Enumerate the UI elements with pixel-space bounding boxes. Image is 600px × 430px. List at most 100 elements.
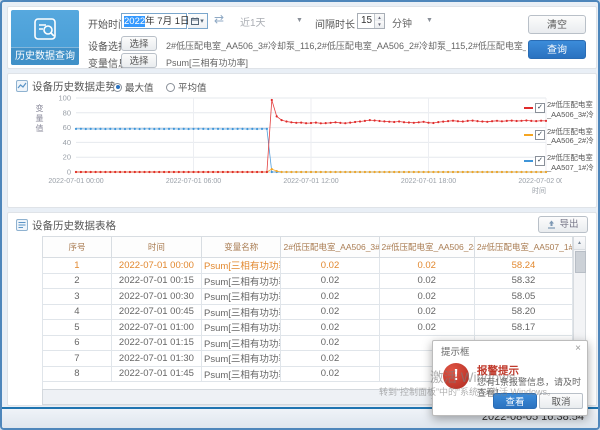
alert-heading: 报警提示 xyxy=(477,363,519,378)
scrollbar-thumb[interactable] xyxy=(575,251,586,273)
table-cell: 2022-07-01 01:30 xyxy=(111,351,201,367)
app-title: 历史数据查询 xyxy=(11,47,79,65)
table-cell: 58.24 xyxy=(474,258,572,274)
trend-chart-panel: 设备历史数据走势 最大值 平均值 变量值 0204060801002022-07… xyxy=(7,73,597,208)
table-cell: 0.02 xyxy=(281,366,379,382)
date-year: 2022 xyxy=(124,16,145,27)
table-cell: 7 xyxy=(43,351,112,367)
table-cell: Psum[三相有功功率] xyxy=(201,351,281,367)
table-row[interactable]: 32022-07-01 00:30Psum[三相有功功率]0.020.0258.… xyxy=(43,289,573,305)
chevron-down-icon[interactable]: ▼ xyxy=(426,17,433,24)
time-range-value: 近1天 xyxy=(240,18,266,29)
device-select-button[interactable]: 选择 xyxy=(121,36,157,51)
date-picker-button[interactable]: ▾ xyxy=(188,13,208,29)
table-cell: 58.32 xyxy=(474,273,572,289)
legend-line-sample xyxy=(524,160,533,162)
stepper-down-icon[interactable]: ▼ xyxy=(375,21,384,28)
table-cell: 3 xyxy=(43,289,112,305)
table-row[interactable]: 52022-07-01 01:00Psum[三相有功功率]0.020.0258.… xyxy=(43,320,573,336)
variable-text: Psum[三相有功功率] xyxy=(166,56,248,69)
table-cell: 1 xyxy=(43,258,112,274)
svg-text:2022-07-01 00:00: 2022-07-01 00:00 xyxy=(48,178,103,185)
cancel-button[interactable]: 取消 xyxy=(539,393,583,409)
table-cell: Psum[三相有功功率] xyxy=(201,289,281,305)
table-cell: 2022-07-01 01:15 xyxy=(111,335,201,351)
table-cell: 2022-07-01 00:00 xyxy=(111,258,201,274)
interval-unit-select[interactable]: 分钟 xyxy=(392,15,412,30)
table-cell: 0.02 xyxy=(281,289,379,305)
table-row[interactable]: 22022-07-01 00:15Psum[三相有功功率]0.020.0258.… xyxy=(43,273,573,289)
svg-text:2022-07-01 06:00: 2022-07-01 06:00 xyxy=(166,178,221,185)
view-button[interactable]: 查看 xyxy=(493,393,537,409)
table-cell: 0.02 xyxy=(281,351,379,367)
svg-text:2022-07-01 18:00: 2022-07-01 18:00 xyxy=(401,178,456,185)
svg-text:20: 20 xyxy=(63,153,71,162)
variable-select-button[interactable]: 选择 xyxy=(121,53,157,68)
svg-text:60: 60 xyxy=(63,123,71,132)
app-window: 历史数据查询 开始时间: 2022年 7月 1日 ▾ ⇄ 近1天 ▼ 间隔时长 … xyxy=(0,0,600,430)
table-column-header: 2#低压配电室_AA507_1#冷却泵... xyxy=(474,237,572,258)
table-cell: 2022-07-01 00:30 xyxy=(111,289,201,305)
table-cell: 0.02 xyxy=(379,289,474,305)
table-cell: 2022-07-01 00:15 xyxy=(111,273,201,289)
table-cell: 58.05 xyxy=(474,289,572,305)
stepper-up-icon[interactable]: ▲ xyxy=(375,14,384,21)
table-cell: 5 xyxy=(43,320,112,336)
legend-checkbox[interactable]: ✓ xyxy=(535,103,545,113)
interval-label: 间隔时长 : xyxy=(315,16,361,31)
table-cell: 0.02 xyxy=(281,320,379,336)
device-list-text: 2#低压配电室_AA506_3#冷却泵_116,2#低压配电室_AA506_2#… xyxy=(166,39,526,52)
table-cell: 2022-07-01 01:00 xyxy=(111,320,201,336)
table-cell: Psum[三相有功功率] xyxy=(201,366,281,382)
legend-checkbox[interactable]: ✓ xyxy=(535,130,545,140)
table-cell: Psum[三相有功功率] xyxy=(201,335,281,351)
table-cell: Psum[三相有功功率] xyxy=(201,320,281,336)
legend-label: 2#低压配电室_AA507_1#冷却泵 xyxy=(547,153,594,173)
app-logo: 历史数据查询 xyxy=(11,10,79,65)
table-cell: 0.02 xyxy=(281,304,379,320)
legend-line-sample xyxy=(524,134,533,136)
legend-line-sample xyxy=(524,107,533,109)
time-range-select[interactable]: 近1天 xyxy=(240,14,296,29)
table-cell: 0.02 xyxy=(281,273,379,289)
history-table-head: 序号时间变量名称2#低压配电室_AA506_3#冷却泵...2#低压配电室_AA… xyxy=(43,237,573,258)
alert-dialog: 提示框 × ! 报警提示 您有1条报警信息，请及时查看！ 查看 取消 xyxy=(432,340,588,416)
legend-checkbox[interactable]: ✓ xyxy=(535,156,545,166)
scroll-up-icon[interactable]: ▲ xyxy=(574,237,585,250)
date-rest: 年 7月 1日 xyxy=(145,16,189,27)
table-cell: Psum[三相有功功率] xyxy=(201,258,281,274)
svg-text:0: 0 xyxy=(67,168,71,177)
trend-chart-icon xyxy=(16,79,28,97)
svg-text:100: 100 xyxy=(58,94,71,103)
start-date-input[interactable]: 2022年 7月 1日 xyxy=(121,13,187,29)
interval-stepper[interactable]: 15 ▲▼ xyxy=(357,13,385,29)
table-cell: 2 xyxy=(43,273,112,289)
legend-item: ✓2#低压配电室_AA506_3#冷却泵 xyxy=(524,100,594,120)
table-cell: 8 xyxy=(43,366,112,382)
export-button[interactable]: 导出 xyxy=(538,216,588,233)
legend-item: ✓2#低压配电室_AA506_2#冷却泵 xyxy=(524,127,594,147)
close-icon[interactable]: × xyxy=(575,343,581,354)
table-row[interactable]: 42022-07-01 00:45Psum[三相有功功率]0.020.0258.… xyxy=(43,304,573,320)
trend-chart-svg: 0204060801002022-07-01 00:002022-07-01 0… xyxy=(38,92,562,196)
legend-label: 2#低压配电室_AA506_3#冷却泵 xyxy=(547,100,594,120)
table-cell: 0.02 xyxy=(281,335,379,351)
table-row[interactable]: 12022-07-01 00:00Psum[三相有功功率]0.020.0258.… xyxy=(43,258,573,274)
table-header-row: 序号时间变量名称2#低压配电室_AA506_3#冷却泵...2#低压配电室_AA… xyxy=(43,237,573,258)
table-cell: 2022-07-01 00:45 xyxy=(111,304,201,320)
table-cell: 0.02 xyxy=(379,258,474,274)
swap-arrows-icon[interactable]: ⇄ xyxy=(214,12,224,26)
table-cell: Psum[三相有功功率] xyxy=(201,273,281,289)
radio-icon xyxy=(113,83,122,92)
history-table-title: 设备历史数据表格 xyxy=(32,218,116,233)
table-cell: 0.02 xyxy=(379,304,474,320)
radio-icon xyxy=(166,83,175,92)
table-column-header: 变量名称 xyxy=(201,237,281,258)
clear-button[interactable]: 清空 xyxy=(528,15,586,34)
table-column-header: 时间 xyxy=(111,237,201,258)
legend-label: 2#低压配电室_AA506_2#冷却泵 xyxy=(547,127,594,147)
query-button[interactable]: 查询 xyxy=(528,40,586,59)
interval-value: 15 xyxy=(361,14,372,28)
chevron-down-icon[interactable]: ▼ xyxy=(296,17,303,24)
svg-text:2022-07-01 12:00: 2022-07-01 12:00 xyxy=(283,178,338,185)
